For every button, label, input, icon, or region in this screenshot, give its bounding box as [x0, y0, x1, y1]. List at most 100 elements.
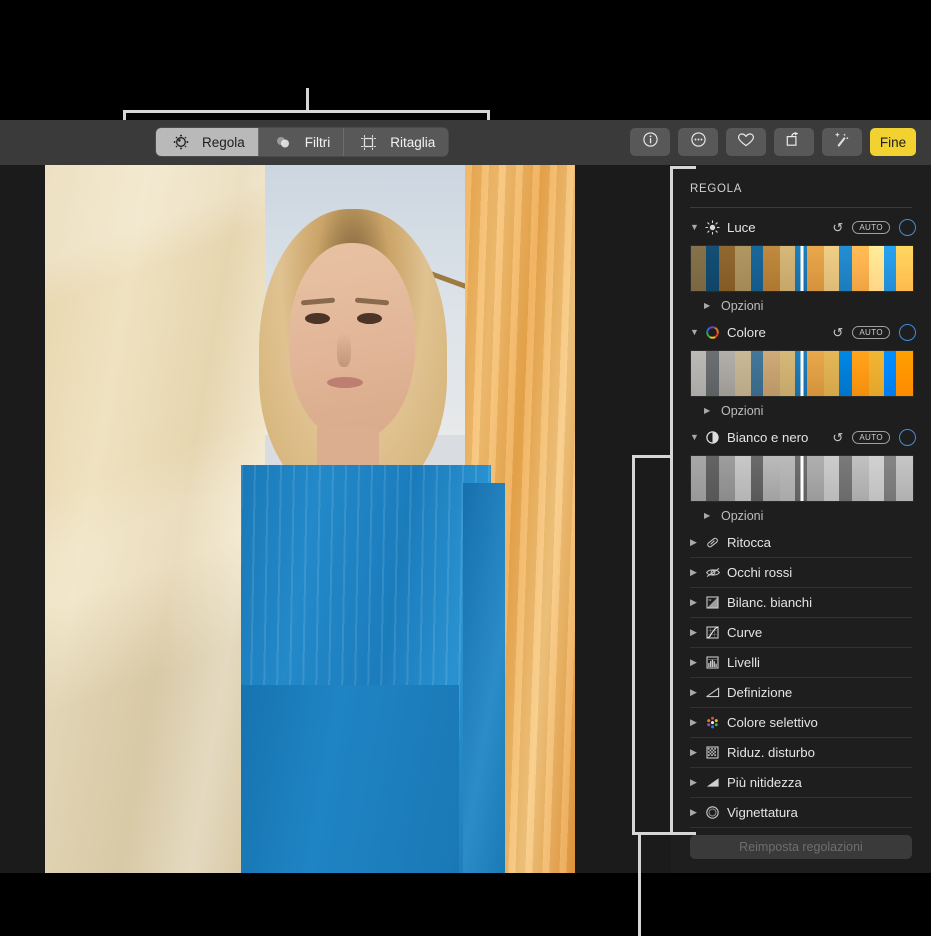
disclosure-triangle-closed-icon[interactable]: ▶: [690, 658, 701, 667]
adjustment-row-occhi-rossi[interactable]: ▶ Occhi rossi: [671, 558, 931, 587]
adjustment-row-livelli[interactable]: ▶ Livelli: [671, 648, 931, 677]
callout-panel-bracket-top: [670, 166, 696, 169]
options-row-colore[interactable]: ▶ Opzioni: [671, 399, 931, 423]
more-button[interactable]: [678, 128, 718, 156]
disclosure-triangle-closed-icon[interactable]: ▶: [690, 688, 701, 697]
tab-regola[interactable]: Regola: [156, 128, 258, 156]
thumbnail-item[interactable]: [824, 246, 869, 291]
thumbnail-item[interactable]: [691, 351, 736, 396]
thumbnail-strip-luce[interactable]: [690, 245, 914, 292]
info-button[interactable]: [630, 128, 670, 156]
thumbnail-item-selected[interactable]: [779, 351, 825, 396]
toggle-bianco-e-nero[interactable]: [899, 429, 916, 446]
thumbnail-strip-colore[interactable]: [690, 350, 914, 397]
levels-icon: [703, 653, 722, 672]
vignette-icon: [703, 803, 722, 822]
reset-adjustments-label: Reimposta regolazioni: [739, 840, 863, 854]
disclosure-triangle-open-icon[interactable]: ▼: [690, 433, 701, 442]
heart-icon: [737, 132, 755, 153]
adjustment-label-bilanc-bianchi: Bilanc. bianchi: [727, 595, 813, 610]
adjustment-row-piu-nitidezza[interactable]: ▶ Più nitidezza: [671, 768, 931, 797]
adjustment-label-vignettatura: Vignettatura: [727, 805, 798, 820]
disclosure-triangle-closed-icon[interactable]: ▶: [690, 568, 701, 577]
disclosure-triangle-closed-icon[interactable]: ▶: [690, 538, 701, 547]
favorite-button[interactable]: [726, 128, 766, 156]
thumbnail-item[interactable]: [735, 246, 780, 291]
auto-badge-colore[interactable]: AUTO: [852, 325, 890, 340]
reset-arrow-icon[interactable]: ↺: [832, 325, 843, 341]
half-circle-contrast-icon: [703, 428, 722, 447]
svg-text:w: w: [708, 597, 711, 602]
thumbnail-strip-bianco-e-nero[interactable]: [690, 455, 914, 502]
thumbnail-item[interactable]: [824, 351, 869, 396]
disclosure-triangle-open-icon[interactable]: ▼: [690, 223, 701, 232]
disclosure-triangle-closed-icon[interactable]: ▶: [690, 628, 701, 637]
thumbnail-item[interactable]: [691, 456, 736, 501]
panel-divider: [690, 207, 912, 208]
tab-ritaglia[interactable]: Ritaglia: [343, 128, 449, 156]
toggle-colore[interactable]: [899, 324, 916, 341]
disclosure-triangle-closed-icon[interactable]: ▶: [690, 718, 701, 727]
adjustment-row-luce[interactable]: ▼ Luce ↺ AUTO: [671, 213, 931, 242]
toggle-luce[interactable]: [899, 219, 916, 236]
disclosure-triangle-closed-icon[interactable]: ▶: [690, 748, 701, 757]
adjustment-row-colore-selettivo[interactable]: ▶ Colore selettivo: [671, 708, 931, 737]
disclosure-triangle-closed-icon[interactable]: ▶: [690, 598, 701, 607]
tab-filtri[interactable]: Filtri: [257, 128, 344, 156]
mode-segmented-control[interactable]: Regola Filtri Ritaglia: [156, 128, 449, 156]
adjustment-controls-colore: ↺ AUTO: [832, 318, 916, 347]
reset-arrow-icon[interactable]: ↺: [832, 430, 843, 446]
thumbnail-item[interactable]: [735, 351, 780, 396]
edited-photo[interactable]: [45, 165, 575, 873]
adjustment-row-bilanc-bianchi[interactable]: ▶ w Bilanc. bianchi: [671, 588, 931, 617]
adjustment-row-curve[interactable]: ▶ Curve: [671, 618, 931, 647]
adjustment-row-bianco-e-nero[interactable]: ▼ Bianco e nero ↺ AUTO: [671, 423, 931, 452]
options-row-bianco-e-nero[interactable]: ▶ Opzioni: [671, 504, 931, 528]
done-button[interactable]: Fine: [870, 128, 916, 156]
disclosure-triangle-closed-icon[interactable]: ▶: [690, 808, 701, 817]
thumbnail-item-selected[interactable]: [779, 456, 825, 501]
adjustment-label-livelli: Livelli: [727, 655, 760, 670]
options-row-luce[interactable]: ▶ Opzioni: [671, 294, 931, 318]
thumbnail-item[interactable]: [868, 246, 913, 291]
editor-toolbar: Regola Filtri Ritaglia Fine: [0, 120, 931, 165]
reset-arrow-icon[interactable]: ↺: [832, 220, 843, 236]
photo-cream-fabric: [45, 165, 265, 873]
definition-icon: [703, 683, 722, 702]
callout-panel-bracket-bottom: [670, 832, 696, 835]
thumbnail-item[interactable]: [735, 456, 780, 501]
adjustment-row-vignettatura[interactable]: ▶ Vignettatura: [671, 798, 931, 827]
thumbnail-selection-marker: [800, 351, 804, 396]
photo-subject-face: [289, 243, 415, 439]
thumbnail-item[interactable]: [868, 456, 913, 501]
row-separator: [690, 827, 912, 828]
disclosure-triangle-closed-icon[interactable]: ▶: [704, 407, 715, 415]
adjustment-label-riduz-disturbo: Riduz. disturbo: [727, 745, 815, 760]
thumbnail-item[interactable]: [868, 351, 913, 396]
thumbnail-selection-marker: [800, 246, 804, 291]
adjustment-label-occhi-rossi: Occhi rossi: [727, 565, 793, 580]
rotate-button[interactable]: [774, 128, 814, 156]
disclosure-triangle-closed-icon[interactable]: ▶: [704, 302, 715, 310]
disclosure-triangle-open-icon[interactable]: ▼: [690, 328, 701, 337]
thumbnail-selection-marker: [800, 456, 804, 501]
adjustments-list: ▼ Luce ↺ AUTO ▶ Opzioni ▼ Colore ↺ AUTO …: [671, 213, 931, 828]
adjustment-row-riduz-disturbo[interactable]: ▶ Riduz. disturbo: [671, 738, 931, 767]
thumbnail-item-selected[interactable]: [779, 246, 825, 291]
adjustment-row-ritocca[interactable]: ▶ Ritocca: [671, 528, 931, 557]
thumbnail-item[interactable]: [691, 246, 736, 291]
disclosure-triangle-closed-icon[interactable]: ▶: [704, 512, 715, 520]
options-label-luce: Opzioni: [721, 299, 764, 313]
auto-badge-bianco-e-nero[interactable]: AUTO: [852, 430, 890, 445]
auto-enhance-button[interactable]: [822, 128, 862, 156]
adjustment-label-colore-selettivo: Colore selettivo: [727, 715, 818, 730]
reset-adjustments-button[interactable]: Reimposta regolazioni: [690, 835, 912, 859]
red-eye-icon: [703, 563, 722, 582]
adjustment-row-definizione[interactable]: ▶ Definizione: [671, 678, 931, 707]
auto-badge-luce[interactable]: AUTO: [852, 220, 890, 235]
disclosure-triangle-closed-icon[interactable]: ▶: [690, 778, 701, 787]
adjustment-row-colore[interactable]: ▼ Colore ↺ AUTO: [671, 318, 931, 347]
thumbnail-item[interactable]: [824, 456, 869, 501]
photo-blue-skirt: [241, 685, 459, 873]
filters-circles-icon: [274, 133, 293, 152]
